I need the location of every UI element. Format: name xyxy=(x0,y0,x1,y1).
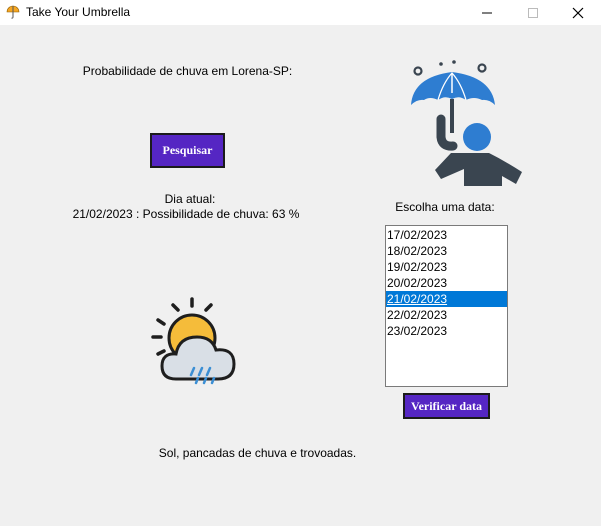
probability-label: Probabilidade de chuva em Lorena-SP: xyxy=(82,64,293,78)
verify-date-button[interactable]: Verificar data xyxy=(403,393,490,419)
list-item[interactable]: 18/02/2023 xyxy=(386,243,507,259)
window-title: Take Your Umbrella xyxy=(26,5,131,19)
date-listbox[interactable]: 17/02/2023 18/02/2023 19/02/2023 20/02/2… xyxy=(385,225,508,387)
search-button[interactable]: Pesquisar xyxy=(150,133,225,168)
main-panel: Probabilidade de chuva em Lorena-SP: Pes… xyxy=(0,25,601,526)
minimize-icon xyxy=(482,12,492,13)
person-with-umbrella-icon xyxy=(411,60,522,186)
list-item[interactable]: 22/02/2023 xyxy=(386,307,507,323)
list-item[interactable]: 17/02/2023 xyxy=(386,227,507,243)
minimize-button[interactable] xyxy=(464,0,510,25)
maximize-icon xyxy=(528,7,538,18)
title-bar: Take Your Umbrella xyxy=(0,0,601,25)
close-button[interactable] xyxy=(555,0,601,25)
list-item[interactable]: 23/02/2023 xyxy=(386,323,507,339)
list-item[interactable]: 20/02/2023 xyxy=(386,275,507,291)
current-day-label: Dia atual: xyxy=(164,192,216,206)
weather-description: Sol, pancadas de chuva e trovoadas. xyxy=(158,446,357,460)
sun-cloud-rain-icon xyxy=(151,297,236,385)
choose-date-label: Escolha uma data: xyxy=(395,200,495,214)
list-item-selected[interactable]: 21/02/2023 xyxy=(386,291,507,307)
list-item[interactable]: 19/02/2023 xyxy=(386,259,507,275)
maximize-button[interactable] xyxy=(510,0,556,25)
current-result-text: 21/02/2023 : Possibilidade de chuva: 63 … xyxy=(72,207,300,221)
umbrella-app-icon xyxy=(6,5,20,19)
close-icon xyxy=(572,7,584,18)
